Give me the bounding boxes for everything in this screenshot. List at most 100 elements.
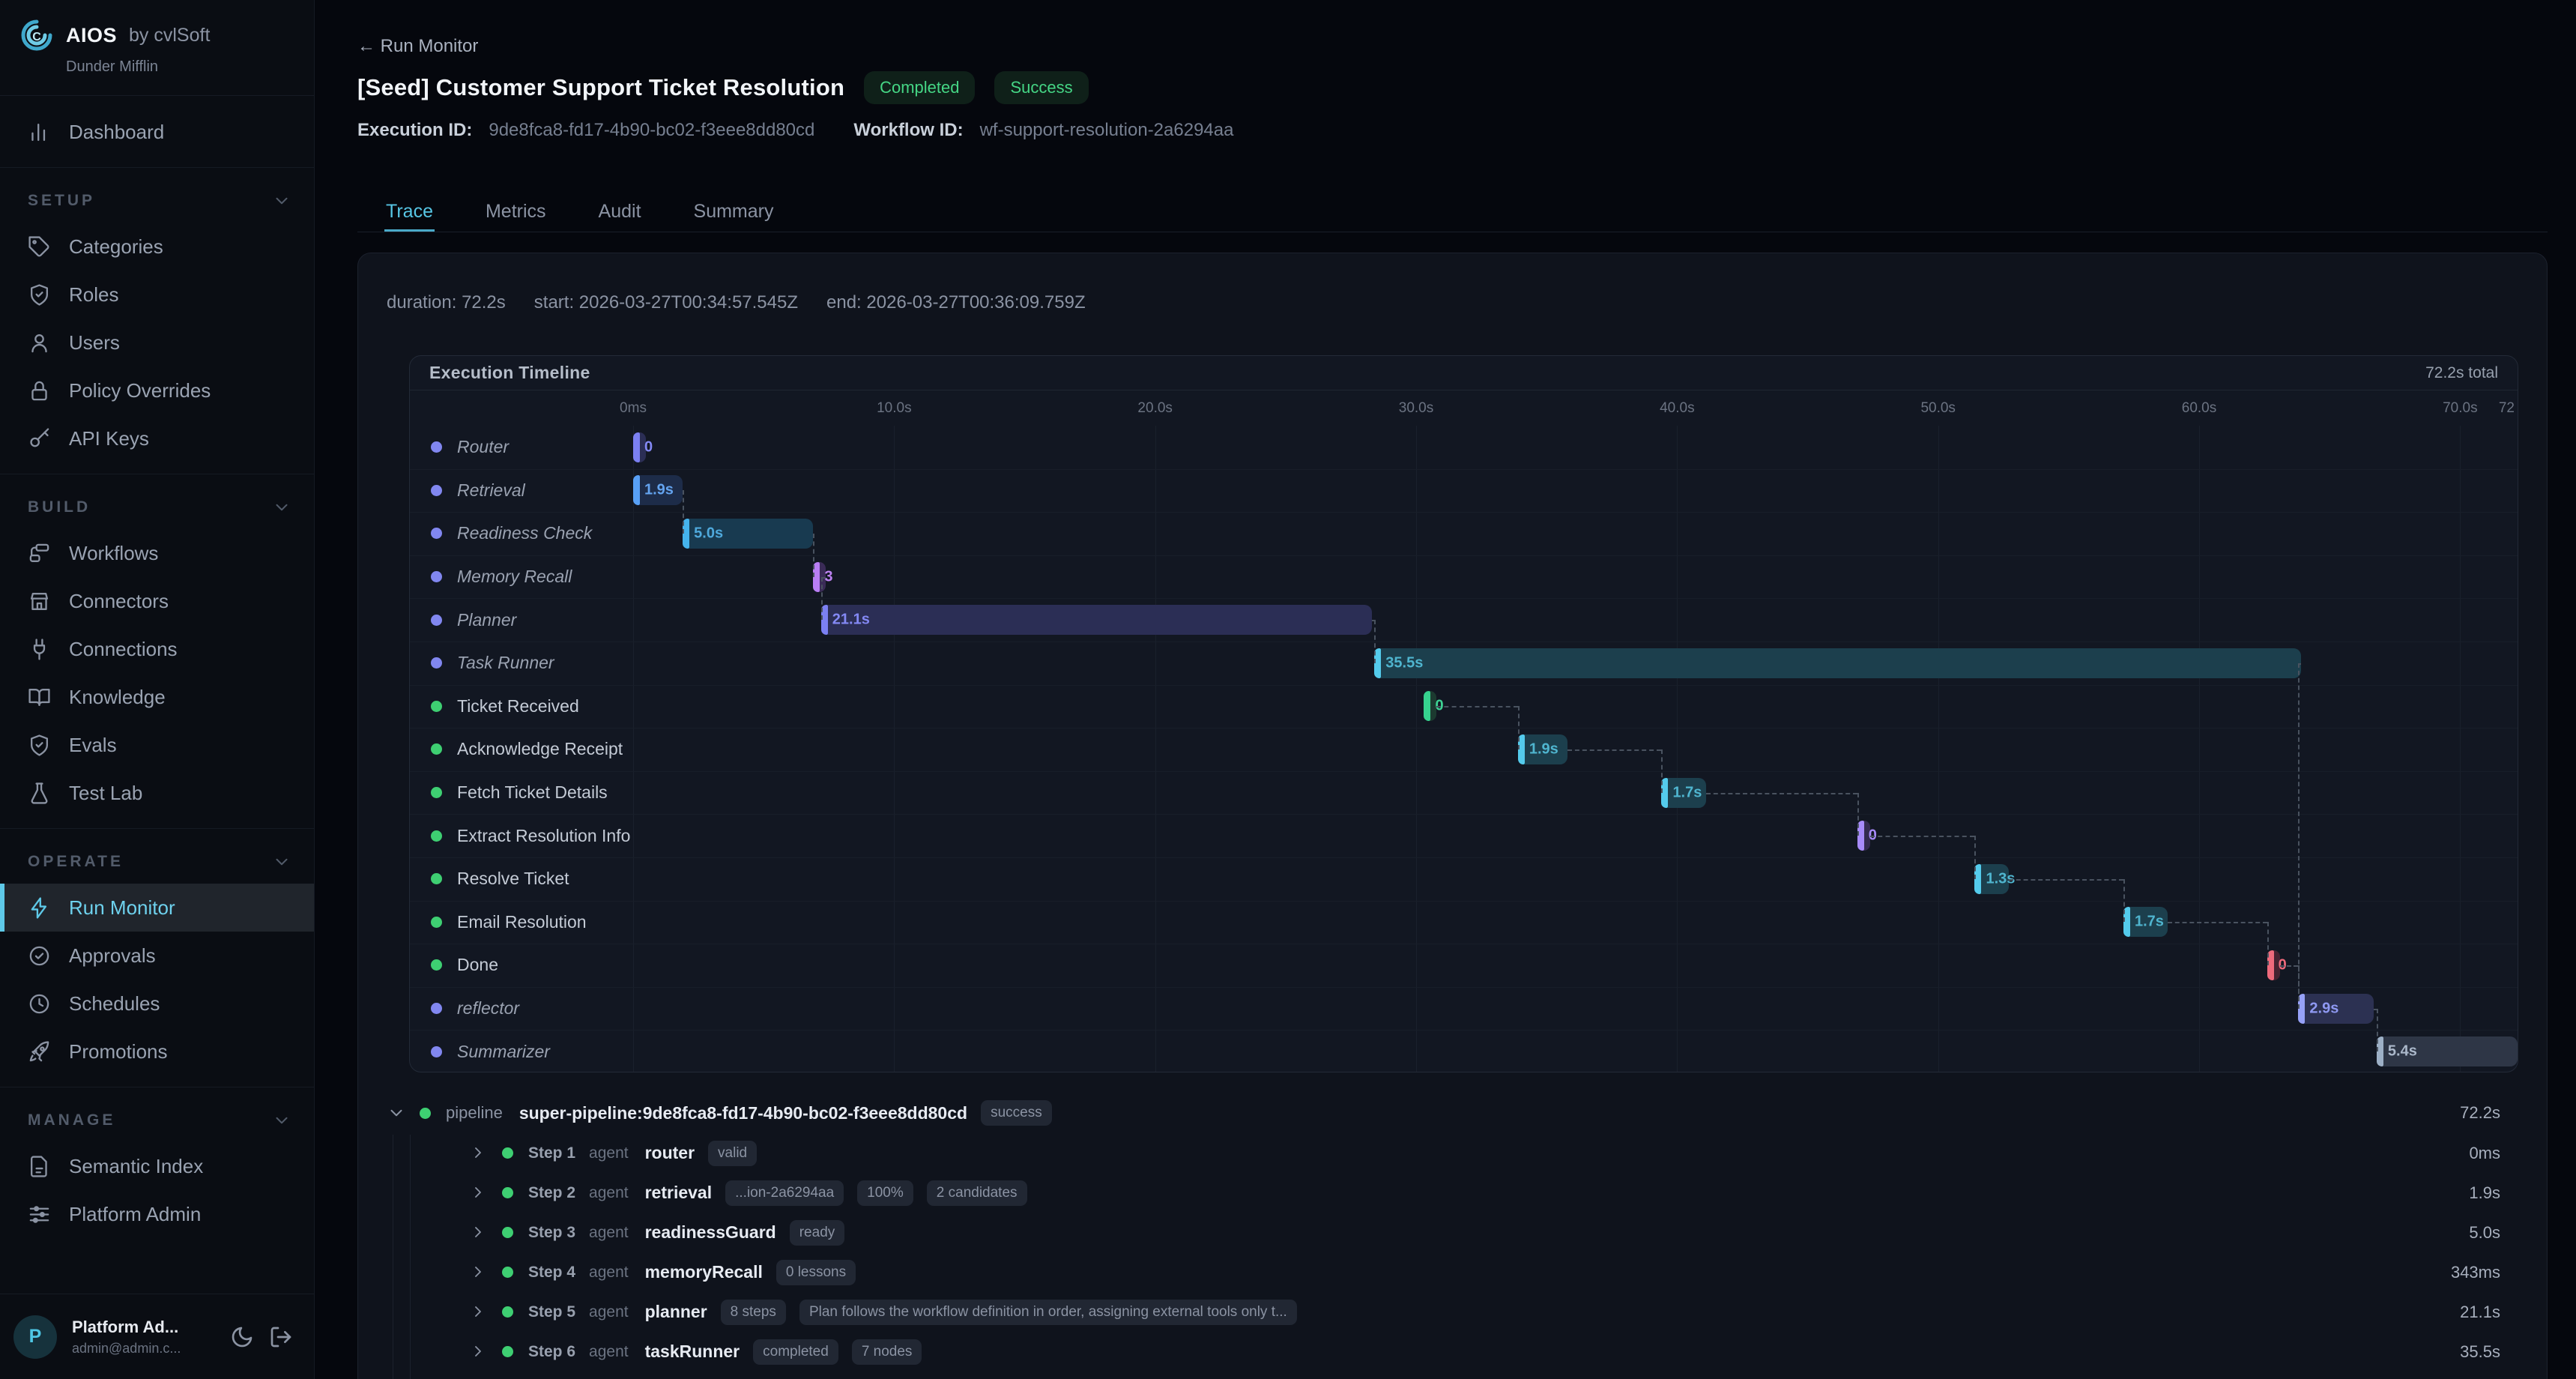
gantt-bar-router[interactable]: 0 xyxy=(633,432,646,462)
sidebar-item-categories[interactable]: Categories xyxy=(0,223,314,271)
pipeline-step-row-4[interactable]: Step 4 agent memoryRecall 0 lessons 343m… xyxy=(387,1252,2518,1292)
sidebar-item-label: Categories xyxy=(69,235,163,259)
gantt-bar-extract-resolution-info[interactable]: 0 xyxy=(1857,821,1870,851)
status-badge-completed: Completed xyxy=(864,71,975,104)
sidebar-item-roles[interactable]: Roles xyxy=(0,271,314,319)
sidebar-item-test-lab[interactable]: Test Lab xyxy=(0,769,314,817)
row-duration: 72.2s xyxy=(2460,1103,2518,1123)
status-dot xyxy=(502,1227,513,1238)
tab-trace[interactable]: Trace xyxy=(384,193,435,232)
back-link[interactable]: ← Run Monitor xyxy=(357,36,478,57)
gantt-bar-email-resolution[interactable]: 1.7s xyxy=(2123,907,2168,937)
connector xyxy=(2280,965,2299,967)
chevron-right-icon[interactable] xyxy=(469,1144,489,1163)
gridline xyxy=(1677,426,1678,1072)
chevron-right-icon[interactable] xyxy=(469,1303,489,1322)
avatar[interactable]: P xyxy=(13,1315,57,1359)
axis-tick: 50.0s xyxy=(1920,400,1955,417)
connector xyxy=(821,577,823,621)
task-dot xyxy=(431,701,442,712)
bar-duration-label: 1.7s xyxy=(2135,914,2164,931)
sidebar-section-setup[interactable]: SETUP xyxy=(0,179,314,223)
row-duration: 343ms xyxy=(2451,1263,2518,1282)
gantt-bar-resolve-ticket[interactable]: 1.3s xyxy=(1974,864,2008,894)
gantt-bar-readiness-check[interactable]: 5.0s xyxy=(683,519,813,549)
sidebar-item-run-monitor[interactable]: Run Monitor xyxy=(0,884,314,932)
gridline xyxy=(2460,426,2461,1072)
sidebar-section-manage[interactable]: MANAGE xyxy=(0,1099,314,1142)
agent-dot xyxy=(431,1003,442,1014)
sidebar-item-approvals[interactable]: Approvals xyxy=(0,932,314,980)
gantt-row-label: Acknowledge Receipt xyxy=(410,728,633,771)
pipeline-step-row-3[interactable]: Step 3 agent readinessGuard ready 5.0s xyxy=(387,1213,2518,1252)
task-dot xyxy=(431,917,442,928)
axis-tick: 30.0s xyxy=(1399,400,1433,417)
gantt-bar-task-runner[interactable]: 35.5s xyxy=(1374,648,2301,678)
gantt-bar-acknowledge-receipt[interactable]: 1.9s xyxy=(1518,734,1567,764)
connector xyxy=(1706,793,1857,794)
pipeline-step-row-1[interactable]: Step 1 agent router valid 0ms xyxy=(387,1133,2518,1173)
app-logo-icon: C xyxy=(19,18,54,52)
tab-summary[interactable]: Summary xyxy=(692,193,775,232)
sidebar-section-operate[interactable]: OPERATE xyxy=(0,840,314,884)
sidebar-item-label: Approvals xyxy=(69,944,156,968)
user-icon xyxy=(28,331,51,354)
chevron-right-icon[interactable] xyxy=(469,1223,489,1243)
connector xyxy=(2123,879,2125,923)
gantt-row-label: Ticket Received xyxy=(410,685,633,728)
row-separator xyxy=(410,901,2518,902)
badge: ...ion-2a6294aa xyxy=(725,1180,844,1206)
gantt-bar-retrieval[interactable]: 1.9s xyxy=(633,475,683,505)
sidebar-item-platform-admin[interactable]: Platform Admin xyxy=(0,1190,314,1238)
pipeline-step-row-2[interactable]: Step 2 agent retrieval ...ion-2a6294aa10… xyxy=(387,1173,2518,1213)
sidebar-item-knowledge[interactable]: Knowledge xyxy=(0,673,314,721)
lock-icon xyxy=(28,379,51,402)
meta-start: start: 2026-03-27T00:34:57.545Z xyxy=(534,292,798,313)
gantt-bar-ticket-received[interactable]: 0 xyxy=(1424,691,1436,721)
sidebar-item-connectors[interactable]: Connectors xyxy=(0,577,314,625)
sidebar-item-evals[interactable]: Evals xyxy=(0,721,314,769)
sidebar-item-label: Platform Admin xyxy=(69,1203,201,1226)
gantt-bar-planner[interactable]: 21.1s xyxy=(821,605,1372,635)
sidebar-item-label: Policy Overrides xyxy=(69,379,211,402)
task-dot xyxy=(431,873,442,884)
store-icon xyxy=(28,590,51,613)
chevron-down-icon[interactable] xyxy=(387,1103,406,1123)
sidebar-item-users[interactable]: Users xyxy=(0,319,314,366)
sidebar-item-promotions[interactable]: Promotions xyxy=(0,1028,314,1075)
logout-icon[interactable] xyxy=(269,1325,293,1349)
gantt-bar-done[interactable]: 0 xyxy=(2267,950,2280,980)
chevron-right-icon[interactable] xyxy=(469,1263,489,1282)
badge: 0 lessons xyxy=(776,1260,856,1285)
agent-dot xyxy=(431,657,442,669)
pipeline-step-row-6[interactable]: Step 6 agent taskRunner completed7 nodes… xyxy=(387,1332,2518,1372)
pipeline-root-row[interactable]: pipeline super-pipeline:9de8fca8-fd17-4b… xyxy=(387,1093,2518,1133)
row-separator xyxy=(410,555,2518,556)
gantt-row-label: reflector xyxy=(410,987,633,1031)
sidebar-item-label: API Keys xyxy=(69,427,149,450)
sidebar-item-label: Run Monitor xyxy=(69,896,175,920)
sidebar-item-policy-overrides[interactable]: Policy Overrides xyxy=(0,366,314,414)
page-title: [Seed] Customer Support Ticket Resolutio… xyxy=(357,74,844,101)
sidebar-item-dashboard[interactable]: Dashboard xyxy=(0,108,314,156)
tab-metrics[interactable]: Metrics xyxy=(484,193,548,232)
flask-icon xyxy=(28,782,51,805)
sidebar-item-workflows[interactable]: Workflows xyxy=(0,529,314,577)
plug-icon xyxy=(28,638,51,661)
axis-tick: 10.0s xyxy=(877,400,911,417)
sidebar-item-schedules[interactable]: Schedules xyxy=(0,980,314,1028)
chevron-right-icon[interactable] xyxy=(469,1183,489,1203)
sidebar-section-build[interactable]: BUILD xyxy=(0,486,314,529)
gantt-bar-reflector[interactable]: 2.9s xyxy=(2298,994,2374,1024)
sidebar-item-semantic-index[interactable]: Semantic Index xyxy=(0,1142,314,1190)
tab-audit[interactable]: Audit xyxy=(597,193,643,232)
pipeline-step-row-5[interactable]: Step 5 agent planner 8 stepsPlan follows… xyxy=(387,1292,2518,1332)
dark-mode-moon-icon[interactable] xyxy=(230,1325,254,1349)
sidebar-item-api-keys[interactable]: API Keys xyxy=(0,414,314,462)
chevron-right-icon[interactable] xyxy=(469,1342,489,1362)
status-dot xyxy=(502,1187,513,1198)
task-dot xyxy=(431,959,442,971)
gantt-bar-fetch-ticket-details[interactable]: 1.7s xyxy=(1661,778,1705,808)
gantt-bar-summarizer[interactable]: 5.4s xyxy=(2377,1036,2518,1066)
sidebar-item-connections[interactable]: Connections xyxy=(0,625,314,673)
